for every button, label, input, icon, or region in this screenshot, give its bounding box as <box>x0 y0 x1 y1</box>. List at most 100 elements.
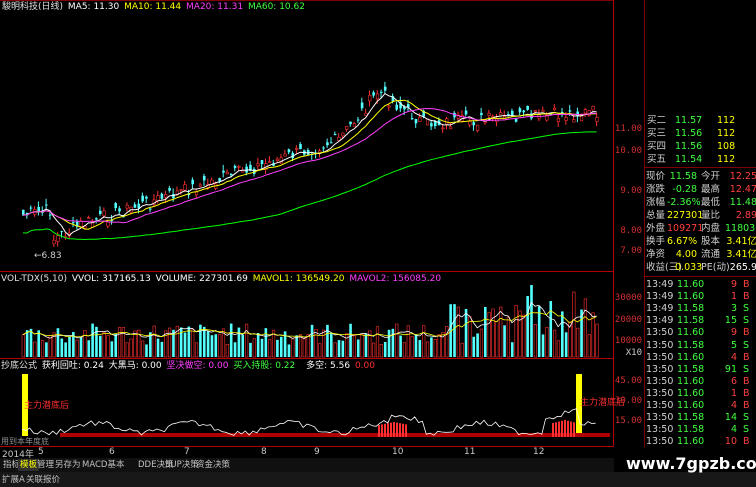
stat-value: 109271 <box>667 223 704 234</box>
ma60-value: MA60: 10.62 <box>247 2 305 12</box>
profit-value: 获利回吐: 0.24 <box>41 361 104 371</box>
volume-bar <box>395 323 399 358</box>
volume-bar <box>302 338 306 358</box>
trade-side: B <box>743 327 750 339</box>
candle-body <box>194 191 199 196</box>
candle-body <box>472 122 476 126</box>
volume-bar <box>252 338 256 358</box>
trade-time: 13:49 <box>646 279 674 290</box>
volume-bar <box>487 312 491 358</box>
volume-bar <box>460 342 464 358</box>
tab-fund[interactable]: 资金决策 <box>194 459 232 471</box>
candle-body <box>372 92 375 96</box>
indicator-line <box>21 408 596 436</box>
volume-bar <box>160 341 164 357</box>
y-axis-column: 11.00 10.00 9.00 8.00 7.00 30000 20000 1… <box>614 0 644 447</box>
candle-body <box>87 217 91 219</box>
trade-price: 11.60 <box>677 279 705 290</box>
signal-block <box>399 423 401 437</box>
trade-volume: 9 <box>730 279 737 290</box>
candle-body <box>449 126 453 130</box>
tab-macd[interactable]: MACD基本 <box>80 459 126 471</box>
price-tick: 9.00 <box>620 186 642 196</box>
volume-bar <box>60 338 64 357</box>
candle-body <box>480 112 483 116</box>
candle-body <box>160 193 164 199</box>
trade-row: 13:50 11.60 1 B <box>645 387 756 400</box>
tab-save-as[interactable]: 另存为 <box>53 459 83 471</box>
candle-body <box>564 117 568 121</box>
volume-bar <box>352 335 357 358</box>
candle-body <box>22 209 25 215</box>
volume-bar <box>183 332 187 357</box>
volume-bar <box>125 342 129 358</box>
trade-volume: 4 <box>730 424 737 436</box>
candle-body <box>29 207 33 209</box>
volume-bar <box>45 342 48 357</box>
signal-block <box>567 420 569 437</box>
stat-label: 现价 <box>646 171 666 182</box>
volume-bar <box>75 339 79 358</box>
candle-body <box>414 118 418 124</box>
candle-body <box>295 148 299 150</box>
volume-bar <box>402 342 407 358</box>
candle-body <box>507 114 510 116</box>
trade-time: 13:50 <box>646 351 674 363</box>
volume-bar <box>591 312 595 358</box>
volume-bar <box>561 311 564 357</box>
stat-value: 227301 <box>667 210 704 221</box>
trade-volume: 91 <box>724 363 737 375</box>
trade-volume: 3 <box>730 303 737 315</box>
candle-body <box>375 93 380 100</box>
volume-bar <box>399 335 402 357</box>
candle-body <box>145 196 148 199</box>
kline-chart-area[interactable]: 駿明科技(日线) MA5: 11.30 MA10: 11.44 MA20: 11… <box>0 0 625 447</box>
candle-body <box>229 173 233 175</box>
book-price: 11.56 <box>675 141 703 152</box>
volume-bar <box>121 327 125 358</box>
trade-volume: 5 <box>730 339 737 351</box>
stat-label: 量比 <box>701 210 721 221</box>
signal-block <box>390 422 392 437</box>
volume-value: VOLUME: 227301.69 <box>155 274 248 284</box>
trade-time: 13:49 <box>646 303 674 315</box>
volume-bar <box>341 340 345 357</box>
candle-body <box>387 105 391 108</box>
ma5-value: MA5: 11.30 <box>67 2 120 12</box>
volume-bar <box>37 330 40 357</box>
volume-bar <box>437 334 441 358</box>
chart-canvas[interactable] <box>0 0 614 447</box>
volume-bar <box>414 334 418 357</box>
volume-bar <box>587 334 591 358</box>
candle-body <box>345 126 349 130</box>
signal-block <box>564 420 566 437</box>
divider <box>645 276 756 277</box>
candle-body <box>106 221 110 227</box>
stats-row: 涨幅 -2.36% 最低 11.48 <box>645 196 756 209</box>
volume-bar <box>330 333 333 357</box>
tab-related-quote[interactable]: 关联报价 <box>26 474 60 486</box>
candle-body <box>352 123 357 127</box>
volume-bar <box>552 329 557 358</box>
volume-tick: 10000 <box>614 336 642 346</box>
trade-row: 13:49 11.60 1 B <box>645 290 756 303</box>
volume-bar <box>306 334 310 358</box>
volume-bar <box>321 329 326 358</box>
x-axis-month: 7 <box>184 447 190 457</box>
x-axis-month: 12 <box>533 447 545 457</box>
candle-body <box>56 235 60 242</box>
volume-ma-lines <box>22 301 597 339</box>
volume-bars <box>21 285 599 358</box>
candle-body <box>52 239 56 244</box>
tab-extend-a[interactable]: 扩展A <box>2 474 25 486</box>
stat-value: 2.89 <box>735 210 756 221</box>
volume-bar <box>129 338 133 358</box>
book-volume: 108 <box>717 141 736 152</box>
trade-price: 11.60 <box>677 351 705 363</box>
trade-time: 13:49 <box>646 291 674 303</box>
volume-bar <box>410 336 414 358</box>
ma20-value: MA20: 11.31 <box>186 2 244 12</box>
signal-block <box>561 420 563 437</box>
book-label: 买四 <box>647 141 667 152</box>
trade-time: 13:50 <box>646 363 674 375</box>
